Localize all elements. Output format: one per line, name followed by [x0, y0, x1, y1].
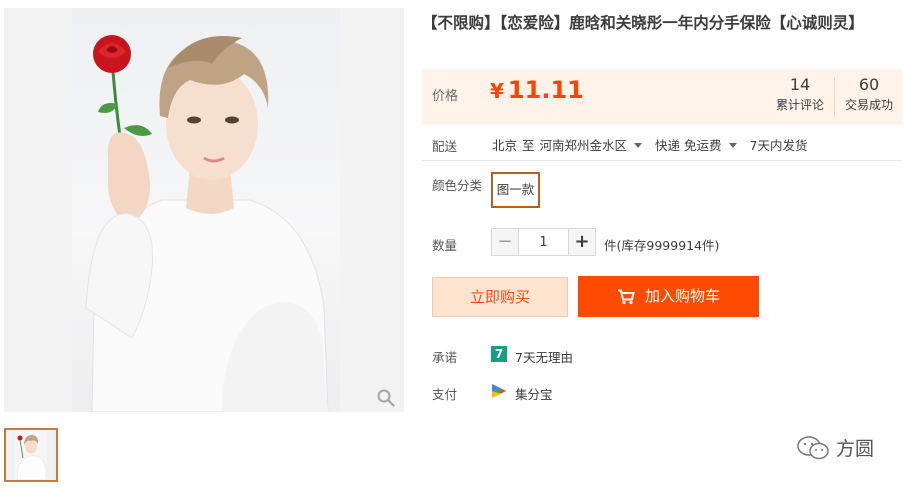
buy-now-button[interactable]: 立即购买 — [432, 277, 568, 317]
product-title: 【不限购】【恋爱险】鹿晗和关晓彤一年内分手保险【心诚则灵】 — [422, 14, 864, 32]
reviews-label: 累计评论 — [775, 98, 824, 112]
ship-from: 北京 — [492, 138, 518, 153]
watermark-text: 方圆 — [836, 438, 875, 460]
shipping-row: 北京至河南郑州金水区 快递 免运费 7天内发货 — [492, 135, 812, 154]
product-photo — [72, 8, 340, 412]
dispatch-time: 7天内发货 — [749, 138, 808, 153]
price-label: 价格 — [432, 89, 459, 104]
price-value: ¥11.11 — [490, 76, 584, 104]
quantity-decrease-button[interactable]: − — [491, 228, 519, 256]
quantity-label: 数量 — [432, 238, 458, 253]
shipping-method-select[interactable]: 快递 免运费 — [655, 138, 744, 153]
chevron-down-icon — [728, 143, 737, 148]
promise-text[interactable]: 7天无理由 — [515, 347, 573, 366]
sales-count: 60 — [858, 75, 880, 94]
cart-icon — [617, 289, 635, 304]
reviews-count: 14 — [789, 75, 811, 94]
main-product-image[interactable] — [4, 8, 404, 412]
payment-text: 集分宝 — [515, 387, 553, 402]
seven-day-icon: 7 — [491, 346, 507, 362]
add-to-cart-button[interactable]: 加入购物车 — [578, 276, 759, 317]
stock-info: 件(库存9999914件) — [604, 238, 720, 253]
sales-stat: 60 交易成功 — [840, 75, 898, 113]
sku-label: 颜色分类 — [432, 178, 483, 193]
add-to-cart-label: 加入购物车 — [644, 287, 720, 305]
reviews-stat[interactable]: 14 累计评论 — [772, 75, 828, 113]
play-triangle-icon — [492, 384, 506, 398]
price-amount: 11.11 — [507, 76, 584, 104]
chevron-down-icon — [634, 143, 643, 148]
promise-label: 承诺 — [432, 350, 458, 365]
magnifier-icon[interactable] — [376, 388, 396, 408]
destination-select[interactable]: 河南郑州金水区 — [540, 138, 651, 153]
price-panel: 价格 ¥11.11 14 累计评论 60 交易成功 — [422, 69, 902, 125]
wechat-icon — [797, 435, 829, 459]
quantity-increase-button[interactable]: + — [568, 228, 596, 256]
stat-divider — [834, 77, 835, 117]
shipping-method-text: 快递 免运费 — [655, 138, 722, 153]
currency-symbol: ¥ — [490, 79, 504, 103]
thumbnail-image[interactable] — [4, 428, 58, 482]
watermark: 方圆 — [796, 434, 874, 461]
payment-label: 支付 — [432, 387, 458, 402]
ship-to-word: 至 — [522, 138, 535, 153]
quantity-input[interactable] — [519, 228, 568, 256]
sku-option-selected[interactable]: 图一款 — [491, 172, 540, 208]
divider — [422, 160, 902, 161]
sales-label: 交易成功 — [844, 98, 893, 112]
destination-text: 河南郑州金水区 — [539, 138, 628, 153]
shipping-label: 配送 — [432, 139, 458, 154]
